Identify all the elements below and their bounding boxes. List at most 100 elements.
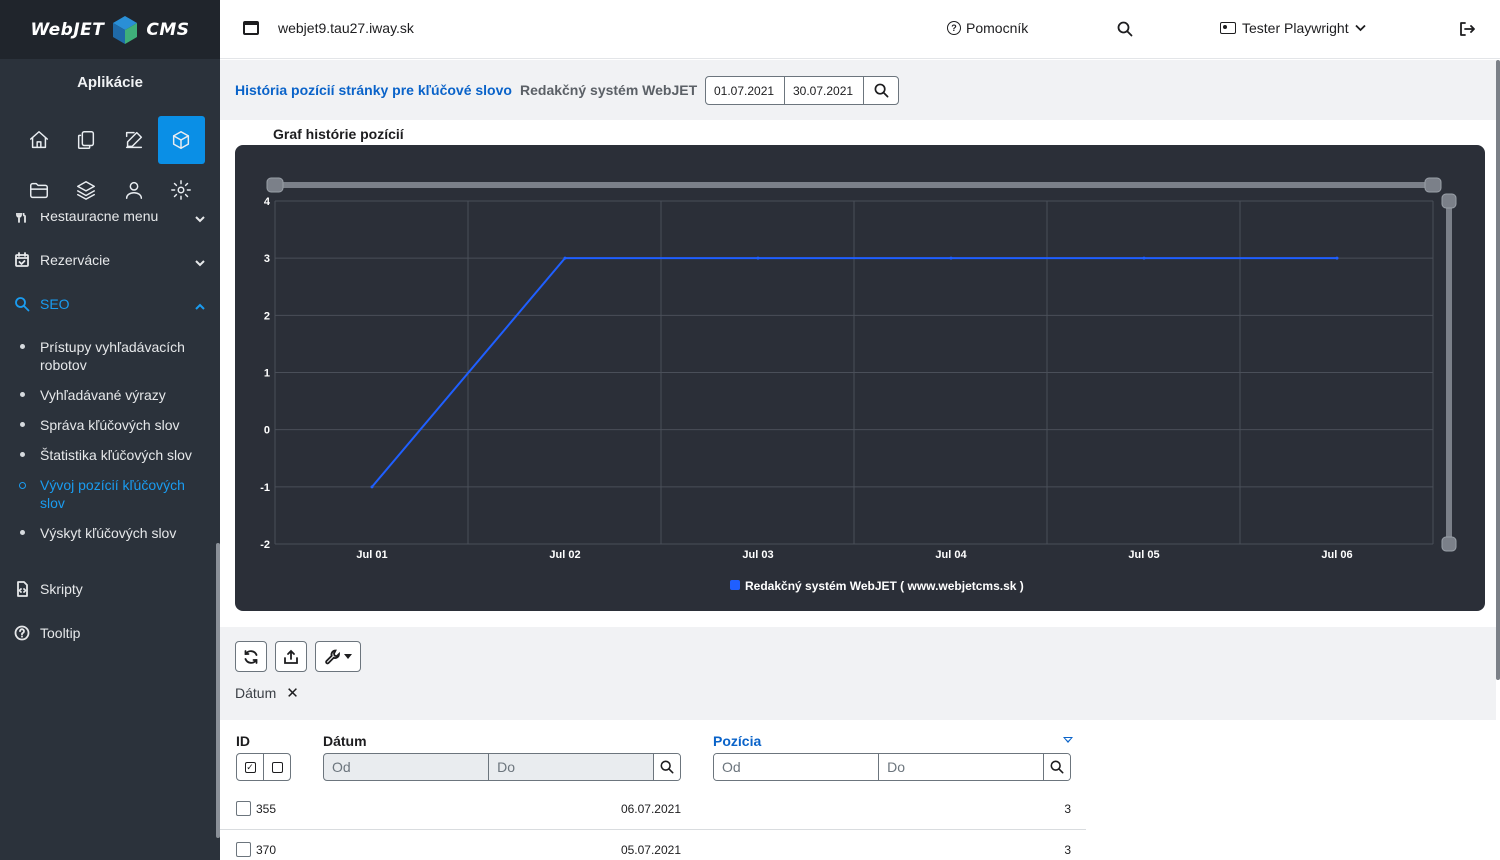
row-checkbox[interactable] — [236, 842, 251, 857]
column-header-date[interactable]: Dátum — [323, 733, 367, 749]
data-point — [563, 256, 567, 260]
main-scrollbar[interactable] — [1496, 60, 1500, 680]
filter-chip-label: Dátum — [235, 685, 277, 701]
sidebar-item-label: SEO — [40, 296, 70, 312]
x-tick-label: Jul 04 — [935, 549, 967, 561]
y-tick-label: -1 — [260, 482, 270, 494]
sidebar-subitem-label: Vývoj pozícií kľúčových slov — [40, 477, 185, 511]
x-tick-label: Jul 05 — [1128, 549, 1159, 561]
table-row[interactable]: 370 05.07.2021 3 — [220, 831, 1086, 860]
sidebar-subitem-robots[interactable]: Prístupy vyhľadávacích robotov — [20, 338, 200, 374]
apps-cube-icon[interactable] — [157, 116, 205, 164]
logout-icon[interactable] — [1459, 21, 1475, 37]
domain-name[interactable]: webjet9.tau27.iway.sk — [278, 20, 414, 36]
sort-desc-icon[interactable] — [1063, 737, 1073, 743]
data-point — [1142, 256, 1146, 260]
section-title: Aplikácie — [77, 74, 143, 91]
position-filter-search-button[interactable] — [1044, 754, 1070, 780]
position-range-filter: Od Do — [713, 753, 1071, 781]
pages-icon[interactable] — [63, 116, 110, 164]
home-icon[interactable] — [15, 116, 62, 164]
help-icon: ? — [947, 21, 961, 35]
sidebar-subitem-keyword-occurrence[interactable]: Výskyt kľúčových slov — [20, 524, 200, 542]
logo-text-right: CMS — [146, 19, 190, 40]
sidebar-item-label: Skripty — [40, 581, 83, 597]
caret-down-icon — [343, 654, 352, 659]
column-header-id[interactable]: ID — [236, 733, 250, 749]
select-none-button[interactable] — [264, 754, 290, 780]
date-to-input[interactable]: 30.07.2021 — [785, 77, 864, 104]
sidebar-item-scripts[interactable]: Skripty — [0, 579, 220, 599]
search-icon[interactable] — [1117, 21, 1133, 37]
top-bar: webjet9.tau27.iway.sk ? Pomocník Tester … — [220, 0, 1500, 59]
table-toolbar — [235, 641, 361, 672]
sidebar-subitem-keyword-positions[interactable]: Vývoj pozícií kľúčových slov — [19, 476, 200, 512]
zoom-handle-bottom — [1441, 536, 1457, 552]
sidebar-item-label: Tooltip — [40, 625, 81, 641]
help-circle-icon — [14, 625, 30, 641]
sidebar-item-reservations[interactable]: Rezervácie — [0, 250, 220, 270]
export-button[interactable] — [275, 641, 307, 672]
calendar-check-icon — [14, 252, 30, 268]
x-tick-label: Jul 02 — [549, 549, 580, 561]
page-title: História pozícií stránky pre kľúčové slo… — [235, 82, 512, 98]
user-icon[interactable] — [110, 166, 157, 214]
bullet-icon — [20, 392, 25, 397]
help-link[interactable]: ? Pomocník — [947, 20, 1028, 36]
settings-dropdown-button[interactable] — [315, 641, 361, 672]
row-checkbox[interactable] — [236, 801, 251, 816]
legend-swatch — [730, 580, 740, 590]
position-history-chart: 4 3 2 1 0 -1 -2 Jul 01 Jul 02 Jul 03 Jul 04 Jul 05 J… — [260, 177, 1457, 593]
cell-position: 3 — [1064, 843, 1071, 857]
data-point — [1335, 256, 1339, 260]
date-from-input[interactable]: 01.07.2021 — [706, 77, 785, 104]
x-tick-label: Jul 03 — [742, 549, 773, 561]
date-filter-search-button[interactable] — [654, 754, 680, 780]
date-range-filter: 01.07.2021 30.07.2021 — [705, 76, 899, 105]
folder-icon[interactable] — [15, 166, 62, 214]
edit-icon[interactable] — [110, 116, 157, 164]
sidebar: WebJET CMS Aplikácie Reštauračné menu Re… — [0, 0, 220, 860]
select-all-button[interactable]: ✓ — [237, 754, 264, 780]
sidebar-item-tooltip[interactable]: Tooltip — [0, 623, 220, 643]
sidebar-subitem-label: Správa kľúčových slov — [40, 417, 180, 433]
user-menu[interactable]: Tester Playwright — [1220, 20, 1366, 36]
y-tick-label: -2 — [260, 539, 270, 551]
sidebar-subitem-search-terms[interactable]: Vyhľadávané výrazy — [20, 386, 200, 404]
active-filter-chip: Dátum ✕ — [235, 684, 299, 702]
layers-icon[interactable] — [63, 166, 110, 214]
wrench-icon — [324, 649, 340, 664]
chevron-down-icon — [195, 255, 205, 267]
y-tick-label: 4 — [264, 196, 271, 208]
user-name: Tester Playwright — [1242, 20, 1349, 36]
data-point — [949, 256, 953, 260]
column-header-position[interactable]: Pozícia — [713, 733, 761, 749]
gear-icon[interactable] — [158, 166, 205, 214]
sidebar-item-label: Rezervácie — [40, 252, 111, 268]
bullet-icon — [20, 530, 25, 535]
y-tick-label: 3 — [264, 253, 270, 265]
script-icon — [14, 581, 30, 597]
sidebar-subitem-keyword-stats[interactable]: Štatistika kľúčových slov — [20, 446, 200, 464]
close-icon[interactable]: ✕ — [286, 684, 299, 702]
table-row[interactable]: 355 06.07.2021 3 — [220, 790, 1086, 830]
sidebar-item-seo[interactable]: SEO — [0, 294, 220, 314]
cell-date: 06.07.2021 — [620, 802, 681, 816]
sidebar-subitem-keyword-management[interactable]: Správa kľúčových slov — [20, 416, 200, 434]
window-icon[interactable] — [243, 21, 259, 35]
date-filter-to[interactable]: Do — [489, 754, 655, 780]
logo-cube-icon — [113, 15, 138, 44]
date-search-button[interactable] — [864, 77, 898, 104]
logo-text-left: WebJET — [30, 19, 105, 40]
chevron-up-icon — [195, 299, 205, 310]
position-filter-from[interactable]: Od — [714, 754, 880, 780]
cell-position: 3 — [1064, 802, 1071, 816]
bullet-icon — [20, 344, 25, 349]
cell-date: 05.07.2021 — [620, 843, 681, 857]
reload-button[interactable] — [235, 641, 267, 672]
position-filter-to[interactable]: Do — [879, 754, 1045, 780]
cell-id: 355 — [256, 802, 277, 816]
checkbox-empty-icon — [271, 761, 283, 773]
logo[interactable]: WebJET CMS — [0, 0, 220, 59]
date-filter-from[interactable]: Od — [324, 754, 490, 780]
